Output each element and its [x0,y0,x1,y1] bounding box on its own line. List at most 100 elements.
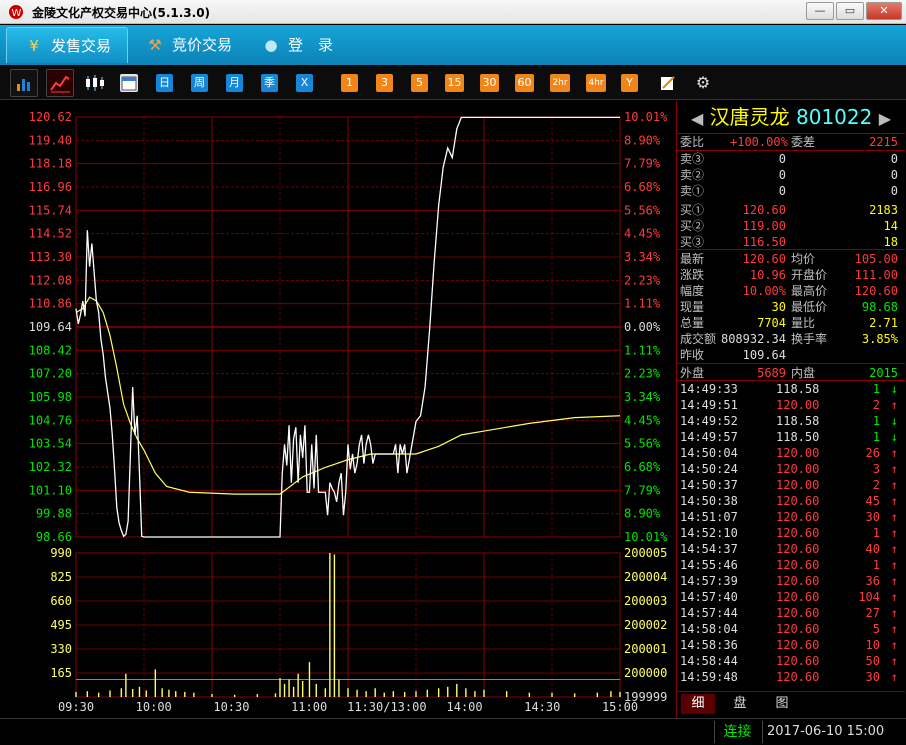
sell-level-price: 0 [778,152,786,166]
tick-time: 14:57:44 [680,606,738,620]
trade-tick-row: 14:50:38 120.60 45 ↑ [680,493,902,509]
buy-level-volume: 18 [883,235,898,249]
bar-chart-button[interactable] [10,69,38,97]
prev-stock-icon[interactable]: ◀ [691,109,703,128]
maximize-button[interactable]: ▭ [836,2,864,20]
tab-bid-trading[interactable]: ⚒ 竞价交易 [140,27,250,63]
arrow-down-icon: ↓ [890,430,898,444]
tab-chart[interactable]: 图 [765,694,799,714]
tab-book[interactable]: 盘 [723,694,757,714]
tab-details[interactable]: 细 [681,694,715,714]
sell-level-price: 0 [778,168,786,182]
tick-price: 120.60 [776,638,820,652]
pct-tick-label: 2.23% [624,367,661,381]
tick-price: 120.60 [776,574,820,588]
minimize-button[interactable]: — [806,2,834,20]
tick-time: 14:49:33 [680,382,738,396]
period-week-button[interactable]: 周 [191,74,208,92]
buy-level-row[interactable]: 买② 119.00 14 [680,218,902,234]
trade-tick-row: 14:54:37 120.60 40 ↑ [680,541,902,557]
price-tick-label: 101.10 [29,483,72,497]
buy-level-row[interactable]: 买① 120.60 2183 [680,202,902,218]
neipan-value: 2015 [869,366,898,380]
pct-tick-label: 6.68% [624,460,661,474]
quote-row: 昨收 109.64 [680,347,902,363]
pct-tick-label: 1.11% [624,343,661,357]
hr-2-button[interactable]: 2hr [550,74,570,92]
period-month-button[interactable]: 月 [226,74,243,92]
arrow-down-icon: ↓ [890,382,898,396]
timeshare-chart: 120.62 10.01% 119.40 8.90% 118.18 7.79% 116.96… [0,101,676,718]
gear-icon[interactable]: ⚙ [694,74,712,92]
calendar-icon[interactable] [120,74,138,92]
trade-tick-row: 14:59:48 120.60 30 ↑ [680,669,902,685]
waipan-value: 5689 [757,366,786,380]
pct-tick-label: 3.34% [624,250,661,264]
close-button[interactable]: ✕ [866,2,902,20]
tick-volume: 40 [865,542,880,556]
min-60-button[interactable]: 60 [515,74,534,92]
min-1-button[interactable]: 1 [341,74,358,92]
tick-time: 14:49:51 [680,398,738,412]
sell-level-row[interactable]: 卖③ 0 0 [680,151,902,167]
sell-level-row[interactable]: 卖① 0 0 [680,183,902,199]
buy-level-row[interactable]: 买③ 116.50 18 [680,234,902,250]
bar-chart-icon [17,79,30,91]
min-15-button[interactable]: 15 [445,74,464,92]
tick-volume: 1 [872,382,880,396]
price-tick-label: 104.76 [29,413,72,427]
tick-volume: 50 [865,654,880,668]
trade-ticks-list[interactable]: 14:49:33 118.58 1 ↓ 14:49:51 120.00 2 ↑ 14:49:52… [677,381,905,689]
price-tick-label: 99.88 [36,507,72,521]
year-button[interactable]: Y [621,74,638,92]
tick-volume: 5 [872,622,880,636]
sell-level-row[interactable]: 卖② 0 0 [680,167,902,183]
tick-time: 14:57:39 [680,574,738,588]
price-tick-label: 107.20 [29,367,72,381]
tick-time: 14:52:10 [680,526,738,540]
sell-level-label: 卖② [680,168,705,182]
tick-volume: 1 [872,558,880,572]
tick-price: 120.60 [776,654,820,668]
quote-label: 均价 [791,252,816,266]
price-tick-label: 118.18 [29,157,72,171]
tick-volume: 36 [865,574,880,588]
quote-label: 总量 [680,316,705,330]
period-quarter-button[interactable]: 季 [261,74,278,92]
pct-tick-label: 10.01% [624,530,668,544]
min-3-button[interactable]: 3 [376,74,393,92]
timeshare-chart-button[interactable] [46,69,74,97]
tab-sale-trading[interactable]: ¥ 发售交易 [6,27,128,63]
tick-time: 14:49:57 [680,430,738,444]
price-tick-label: 98.66 [36,530,72,544]
period-x-button[interactable]: X [296,74,313,92]
tick-price: 120.00 [776,462,820,476]
min-5-button[interactable]: 5 [411,74,428,92]
quote-label: 开盘价 [791,268,828,282]
min-30-button[interactable]: 30 [480,74,499,92]
quote-value: 105.00 [854,252,898,266]
tab-login[interactable]: ● 登 录 [258,27,358,63]
tick-volume: 3 [872,462,880,476]
period-day-button[interactable]: 日 [156,74,173,92]
quote-label: 最低价 [791,300,828,314]
buy-level-label: 买① [680,203,705,217]
arrow-up-icon: ↑ [890,670,898,684]
quote-label: 换手率 [791,332,828,346]
arrow-up-icon: ↑ [890,622,898,636]
next-stock-icon[interactable]: ▶ [879,109,891,128]
quote-panel: ◀ 汉唐灵龙 801022 ▶ 委比 +100.00% 委差 2215 卖③ 0 0… [676,101,906,718]
hr-4-button[interactable]: 4hr [586,74,606,92]
quote-label: 现量 [680,300,705,314]
candlestick-icon[interactable] [84,74,106,92]
line-chart-icon [50,75,70,93]
tick-price: 120.00 [776,398,820,412]
pct-tick-label: 7.79% [624,157,661,171]
draw-tool-icon[interactable] [659,74,677,92]
volume-tick-label: 330 [50,642,72,656]
volume-right-tick-label: 200005 [624,546,667,560]
pct-tick-label: 4.45% [624,413,661,427]
tick-volume: 45 [865,494,880,508]
sell-level-price: 0 [778,184,786,198]
pct-tick-label: 6.68% [624,180,661,194]
